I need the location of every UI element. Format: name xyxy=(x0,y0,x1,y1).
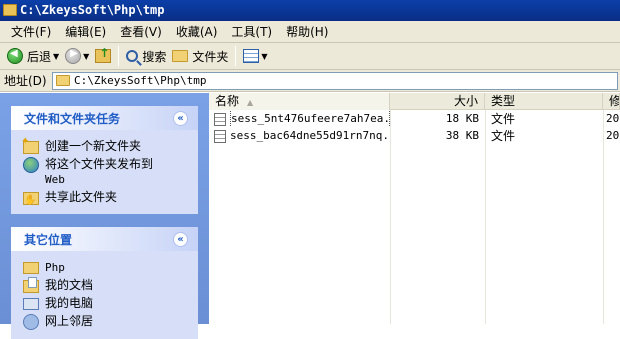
task-label: 共享此文件夹 xyxy=(45,190,118,204)
views-button[interactable]: ▼ xyxy=(240,45,270,67)
folder-icon xyxy=(56,75,70,86)
other-places-panel: 其它位置 « Php 我的文档 我的电脑 网上邻居 xyxy=(11,227,198,339)
folder-icon xyxy=(172,50,189,62)
place-my-documents[interactable]: 我的文档 xyxy=(23,277,188,293)
task-pane: 文件和文件夹任务 « 创建一个新文件夹 将这个文件夹发布到 Web 共享此文件夹 xyxy=(0,93,209,339)
column-divider xyxy=(390,110,391,324)
column-header-size[interactable]: 大小 xyxy=(390,93,485,110)
place-my-computer[interactable]: 我的电脑 xyxy=(23,296,188,311)
globe-icon xyxy=(23,157,39,173)
title-bar: C:\ZkeysSoft\Php\tmp xyxy=(0,0,620,21)
address-bar: 地址(D) C:\ZkeysSoft\Php\tmp xyxy=(0,70,620,92)
forward-icon xyxy=(65,48,82,64)
file-folder-tasks-panel: 文件和文件夹任务 « 创建一个新文件夹 将这个文件夹发布到 Web 共享此文件夹 xyxy=(11,106,198,214)
my-documents-icon xyxy=(23,277,39,293)
back-label: 后退 xyxy=(27,49,52,64)
window-title: C:\ZkeysSoft\Php\tmp xyxy=(20,3,165,17)
place-network[interactable]: 网上邻居 xyxy=(23,314,188,330)
menu-file[interactable]: 文件(F) xyxy=(4,21,58,43)
toolbar: 后退 ▼ ▼ 搜索 文件夹 ▼ xyxy=(0,43,620,70)
task-label-sub: Web xyxy=(45,173,65,186)
task-label: 创建一个新文件夹 xyxy=(45,139,142,153)
address-label: 地址(D) xyxy=(4,74,47,88)
column-label: 名称 xyxy=(215,94,240,108)
share-folder-icon xyxy=(23,192,39,206)
panel-title: 其它位置 xyxy=(24,232,73,247)
my-computer-icon xyxy=(23,298,39,310)
back-icon xyxy=(7,48,23,64)
collapse-icon[interactable]: « xyxy=(173,231,188,247)
panel-body: Php 我的文档 我的电脑 网上邻居 xyxy=(11,251,198,339)
chevron-down-icon[interactable]: ▼ xyxy=(83,52,89,61)
file-icon xyxy=(214,112,226,126)
file-name-cell: sess_bac64dne55d91rn7nq... xyxy=(209,128,390,144)
task-publish-web[interactable]: 将这个文件夹发布到 Web xyxy=(23,157,188,187)
task-new-folder[interactable]: 创建一个新文件夹 xyxy=(21,136,188,154)
menu-view[interactable]: 查看(V) xyxy=(113,21,169,43)
chevron-down-icon[interactable]: ▼ xyxy=(53,52,59,61)
toolbar-separator xyxy=(235,46,237,66)
file-type: 文件 xyxy=(491,129,516,143)
file-list: 名称 ▲ 大小 类型 修 sess_5nt476ufeere7ah7ea... 1… xyxy=(209,93,620,324)
views-icon xyxy=(243,49,260,63)
address-value: C:\ZkeysSoft\Php\tmp xyxy=(74,74,207,87)
place-label: 网上邻居 xyxy=(45,314,94,328)
folders-button[interactable]: 文件夹 xyxy=(169,45,231,67)
collapse-icon[interactable]: « xyxy=(173,110,188,126)
chevron-down-icon[interactable]: ▼ xyxy=(261,52,267,61)
task-label-main: 将这个文件夹发布到 xyxy=(45,157,154,171)
back-button[interactable]: 后退 ▼ xyxy=(4,45,62,67)
file-size: 18 KB xyxy=(445,112,479,125)
menu-tools[interactable]: 工具(T) xyxy=(224,21,279,43)
file-name-cell: sess_5nt476ufeere7ah7ea... xyxy=(209,111,390,127)
folders-label: 文件夹 xyxy=(192,49,229,64)
search-icon xyxy=(126,50,139,62)
search-button[interactable]: 搜索 xyxy=(123,45,169,67)
place-label: Php xyxy=(45,261,65,274)
menu-bar: 文件(F) 编辑(E) 查看(V) 收藏(A) 工具(T) 帮助(H) xyxy=(0,21,620,43)
file-name: sess_5nt476ufeere7ah7ea... xyxy=(230,111,390,127)
file-name: sess_bac64dne55d91rn7nq... xyxy=(230,129,390,142)
search-label: 搜索 xyxy=(142,49,167,64)
up-folder-icon xyxy=(95,46,112,63)
file-row[interactable]: sess_5nt476ufeere7ah7ea... 18 KB 文件 20 xyxy=(209,111,620,127)
place-php[interactable]: Php xyxy=(23,260,188,275)
column-header-date[interactable]: 修 xyxy=(603,93,620,110)
network-icon xyxy=(23,314,39,330)
new-folder-icon xyxy=(21,136,39,154)
column-divider xyxy=(603,110,604,324)
file-icon xyxy=(214,129,226,143)
folder-icon xyxy=(23,262,39,274)
column-header-row: 名称 ▲ 大小 类型 修 xyxy=(209,93,620,110)
file-row[interactable]: sess_bac64dne55d91rn7nq... 38 KB 文件 20 xyxy=(209,128,620,144)
place-label: 我的电脑 xyxy=(45,296,94,310)
column-header-type[interactable]: 类型 xyxy=(485,93,603,110)
column-divider xyxy=(485,110,486,324)
panel-header[interactable]: 其它位置 « xyxy=(11,227,198,251)
folder-icon xyxy=(3,4,17,16)
place-label: 我的文档 xyxy=(45,278,94,292)
panel-header[interactable]: 文件和文件夹任务 « xyxy=(11,106,198,130)
file-date: 20 xyxy=(606,112,620,125)
sort-ascending-icon: ▲ xyxy=(247,98,254,107)
task-label: 将这个文件夹发布到 Web xyxy=(45,157,153,187)
menu-edit[interactable]: 编辑(E) xyxy=(58,21,113,43)
menu-favorites[interactable]: 收藏(A) xyxy=(169,21,225,43)
file-type: 文件 xyxy=(491,112,516,126)
toolbar-separator xyxy=(118,46,120,66)
column-header-name[interactable]: 名称 ▲ xyxy=(209,93,390,110)
forward-button[interactable]: ▼ xyxy=(62,45,92,67)
file-size: 38 KB xyxy=(445,129,479,142)
panel-body: 创建一个新文件夹 将这个文件夹发布到 Web 共享此文件夹 xyxy=(11,130,198,214)
task-share-folder[interactable]: 共享此文件夹 xyxy=(23,190,188,206)
panel-title: 文件和文件夹任务 xyxy=(24,111,121,126)
menu-help[interactable]: 帮助(H) xyxy=(279,21,335,43)
file-date: 20 xyxy=(606,129,620,142)
address-input[interactable]: C:\ZkeysSoft\Php\tmp xyxy=(52,71,618,90)
up-button[interactable] xyxy=(92,45,114,67)
